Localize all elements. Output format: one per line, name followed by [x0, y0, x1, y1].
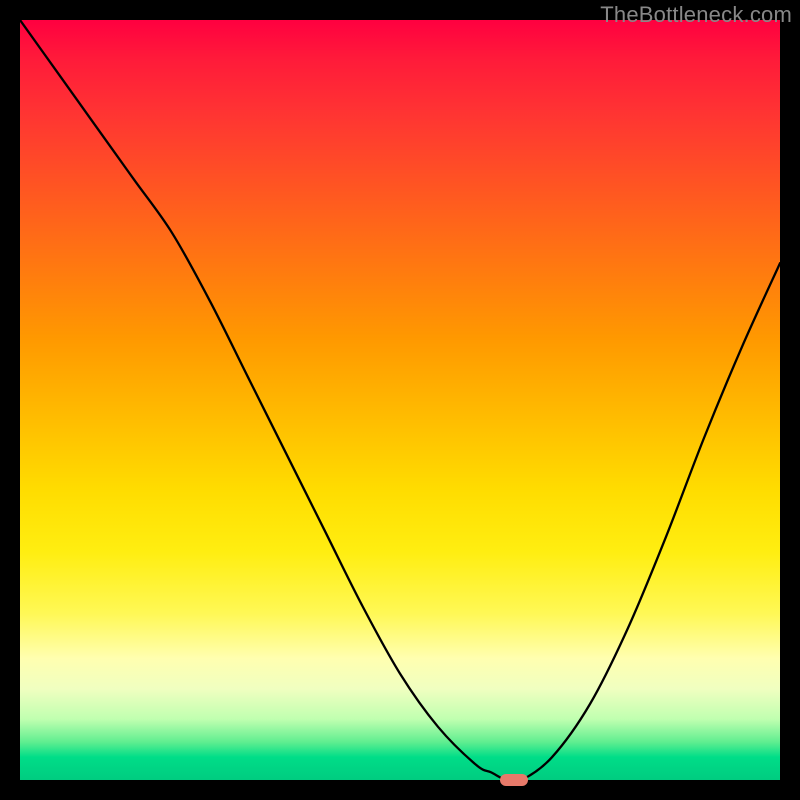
chart-frame: TheBottleneck.com: [0, 0, 800, 800]
optimal-marker: [500, 774, 528, 786]
plot-area: [20, 20, 780, 780]
watermark-text: TheBottleneck.com: [600, 2, 792, 28]
bottleneck-curve: [20, 20, 780, 780]
